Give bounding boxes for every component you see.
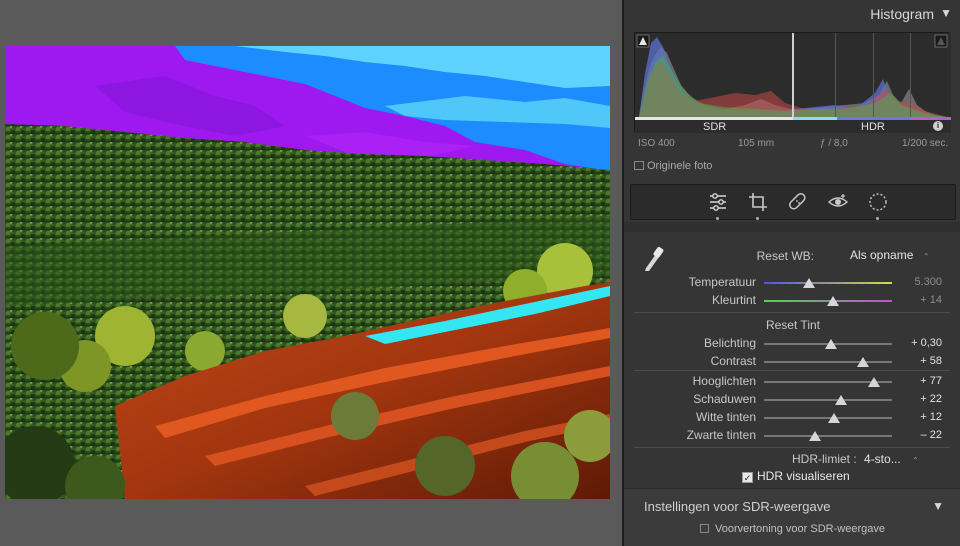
slider-label: Schaduwen bbox=[693, 392, 756, 406]
slider-label: Temperatuur bbox=[688, 275, 756, 289]
slider-value[interactable]: + 22 bbox=[898, 393, 942, 405]
sdr-preview-label: Voorvertoning voor SDR-weergave bbox=[715, 523, 885, 535]
original-photo-checkbox[interactable] bbox=[634, 161, 644, 170]
divider bbox=[634, 312, 950, 313]
panel-header-strip bbox=[624, 222, 960, 232]
tool-strip bbox=[630, 184, 956, 220]
sdr-label: SDR bbox=[703, 121, 727, 133]
hdr-limit-dropdown-icon: ⌃ bbox=[912, 456, 919, 465]
sdr-settings-title[interactable]: Instellingen voor SDR-weergave bbox=[644, 499, 830, 514]
histogram-chart[interactable]: SDR HDR i bbox=[634, 32, 951, 133]
redeye-icon[interactable] bbox=[827, 191, 849, 213]
divider bbox=[634, 447, 950, 448]
slider-track[interactable] bbox=[764, 361, 892, 363]
original-photo-label: Originele foto bbox=[647, 160, 713, 172]
info-icon[interactable]: i bbox=[933, 121, 943, 131]
slider-row-contrast[interactable]: Contrast + 58 bbox=[624, 354, 960, 372]
healing-icon[interactable] bbox=[787, 191, 809, 213]
slider-label: Contrast bbox=[710, 354, 756, 368]
slider-knob[interactable] bbox=[834, 395, 847, 405]
slider-row-witte-tinten[interactable]: Witte tinten + 12 bbox=[624, 410, 960, 428]
slider-row-zwarte-tinten[interactable]: Zwarte tinten – 22 bbox=[624, 428, 960, 446]
slider-knob[interactable] bbox=[824, 339, 837, 349]
edit-sliders-icon[interactable] bbox=[707, 191, 729, 220]
reset-wb-label[interactable]: Reset WB: bbox=[744, 249, 814, 263]
slider-value[interactable]: + 0,30 bbox=[898, 337, 942, 349]
hdr-visualize-label: HDR visualiseren bbox=[757, 469, 850, 483]
slider-value[interactable]: + 58 bbox=[898, 355, 942, 367]
slider-track[interactable] bbox=[764, 435, 892, 437]
slider-row-temperatuur[interactable]: Temperatuur 5.300 bbox=[624, 275, 960, 293]
hdr-visualize-toggle[interactable]: ✓ HDR visualiseren bbox=[742, 469, 850, 483]
hdr-visualize-checkbox[interactable]: ✓ bbox=[742, 472, 753, 483]
slider-knob[interactable] bbox=[868, 377, 881, 387]
slider-track[interactable] bbox=[764, 399, 892, 401]
slider-knob[interactable] bbox=[802, 278, 815, 288]
hdr-label: HDR bbox=[861, 121, 885, 133]
sdr-collapse-triangle-icon[interactable]: ▼ bbox=[932, 499, 944, 513]
crop-icon[interactable] bbox=[747, 191, 769, 220]
slider-label: Kleurtint bbox=[711, 293, 756, 307]
slider-row-kleurtint[interactable]: Kleurtint + 14 bbox=[624, 293, 960, 311]
eyedropper-icon[interactable] bbox=[640, 244, 666, 272]
mask-icon[interactable] bbox=[867, 191, 889, 220]
histogram-graph bbox=[635, 33, 951, 133]
slider-value[interactable]: 5.300 bbox=[898, 276, 942, 288]
histogram-header[interactable]: Histogram ▼ bbox=[624, 0, 960, 27]
slider-value[interactable]: + 77 bbox=[898, 375, 942, 387]
slider-label: Belichting bbox=[703, 336, 756, 350]
slider-label: Zwarte tinten bbox=[686, 428, 756, 442]
original-photo-toggle[interactable]: Originele foto bbox=[634, 160, 712, 172]
sdr-preview-checkbox[interactable] bbox=[700, 524, 709, 533]
photo-canvas-area bbox=[0, 0, 622, 546]
slider-value[interactable]: + 12 bbox=[898, 411, 942, 423]
iso-value: ISO 400 bbox=[638, 138, 675, 149]
shutter-speed: 1/200 sec. bbox=[902, 138, 949, 149]
hdr-limit-control[interactable]: HDR-limiet : 4-sto... ⌃ bbox=[792, 452, 919, 466]
sdr-settings-section: Instellingen voor SDR-weergave ▼ Voorver… bbox=[624, 488, 960, 546]
hdr-limit-label: HDR-limiet : bbox=[792, 452, 857, 466]
histogram-title: Histogram bbox=[870, 6, 934, 22]
slider-label: Hooglichten bbox=[692, 374, 756, 388]
slider-track[interactable] bbox=[764, 282, 892, 284]
develop-panel: Histogram ▼ SDR HDR i ISO 400 105 mm ƒ /… bbox=[622, 0, 960, 546]
slider-knob[interactable] bbox=[809, 431, 822, 441]
slider-knob[interactable] bbox=[828, 413, 841, 423]
slider-value[interactable]: – 22 bbox=[898, 429, 942, 441]
wb-value: Als opname bbox=[850, 248, 914, 262]
slider-row-schaduwen[interactable]: Schaduwen + 22 bbox=[624, 392, 960, 410]
slider-knob[interactable] bbox=[827, 296, 840, 306]
slider-value[interactable]: + 14 bbox=[898, 294, 942, 306]
aperture-value: ƒ / 8,0 bbox=[820, 138, 848, 149]
landscape-image bbox=[5, 46, 610, 499]
wb-select[interactable]: Als opname ⌃ bbox=[850, 248, 929, 262]
exif-info: ISO 400 105 mm ƒ / 8,0 1/200 sec. bbox=[634, 138, 950, 152]
reset-tint-button[interactable]: Reset Tint bbox=[750, 318, 820, 332]
slider-row-hooglichten[interactable]: Hooglichten + 77 bbox=[624, 374, 960, 392]
focal-length: 105 mm bbox=[738, 138, 775, 149]
collapse-triangle-icon[interactable]: ▼ bbox=[940, 6, 952, 20]
slider-row-belichting[interactable]: Belichting + 0,30 bbox=[624, 336, 960, 354]
wb-dropdown-icon: ⌃ bbox=[922, 252, 930, 261]
slider-label: Witte tinten bbox=[695, 410, 756, 424]
hdr-limit-value: 4-sto... bbox=[864, 452, 901, 466]
photo-preview[interactable] bbox=[5, 46, 610, 499]
slider-knob[interactable] bbox=[856, 357, 869, 367]
sdr-preview-toggle[interactable]: Voorvertoning voor SDR-weergave bbox=[700, 523, 885, 535]
